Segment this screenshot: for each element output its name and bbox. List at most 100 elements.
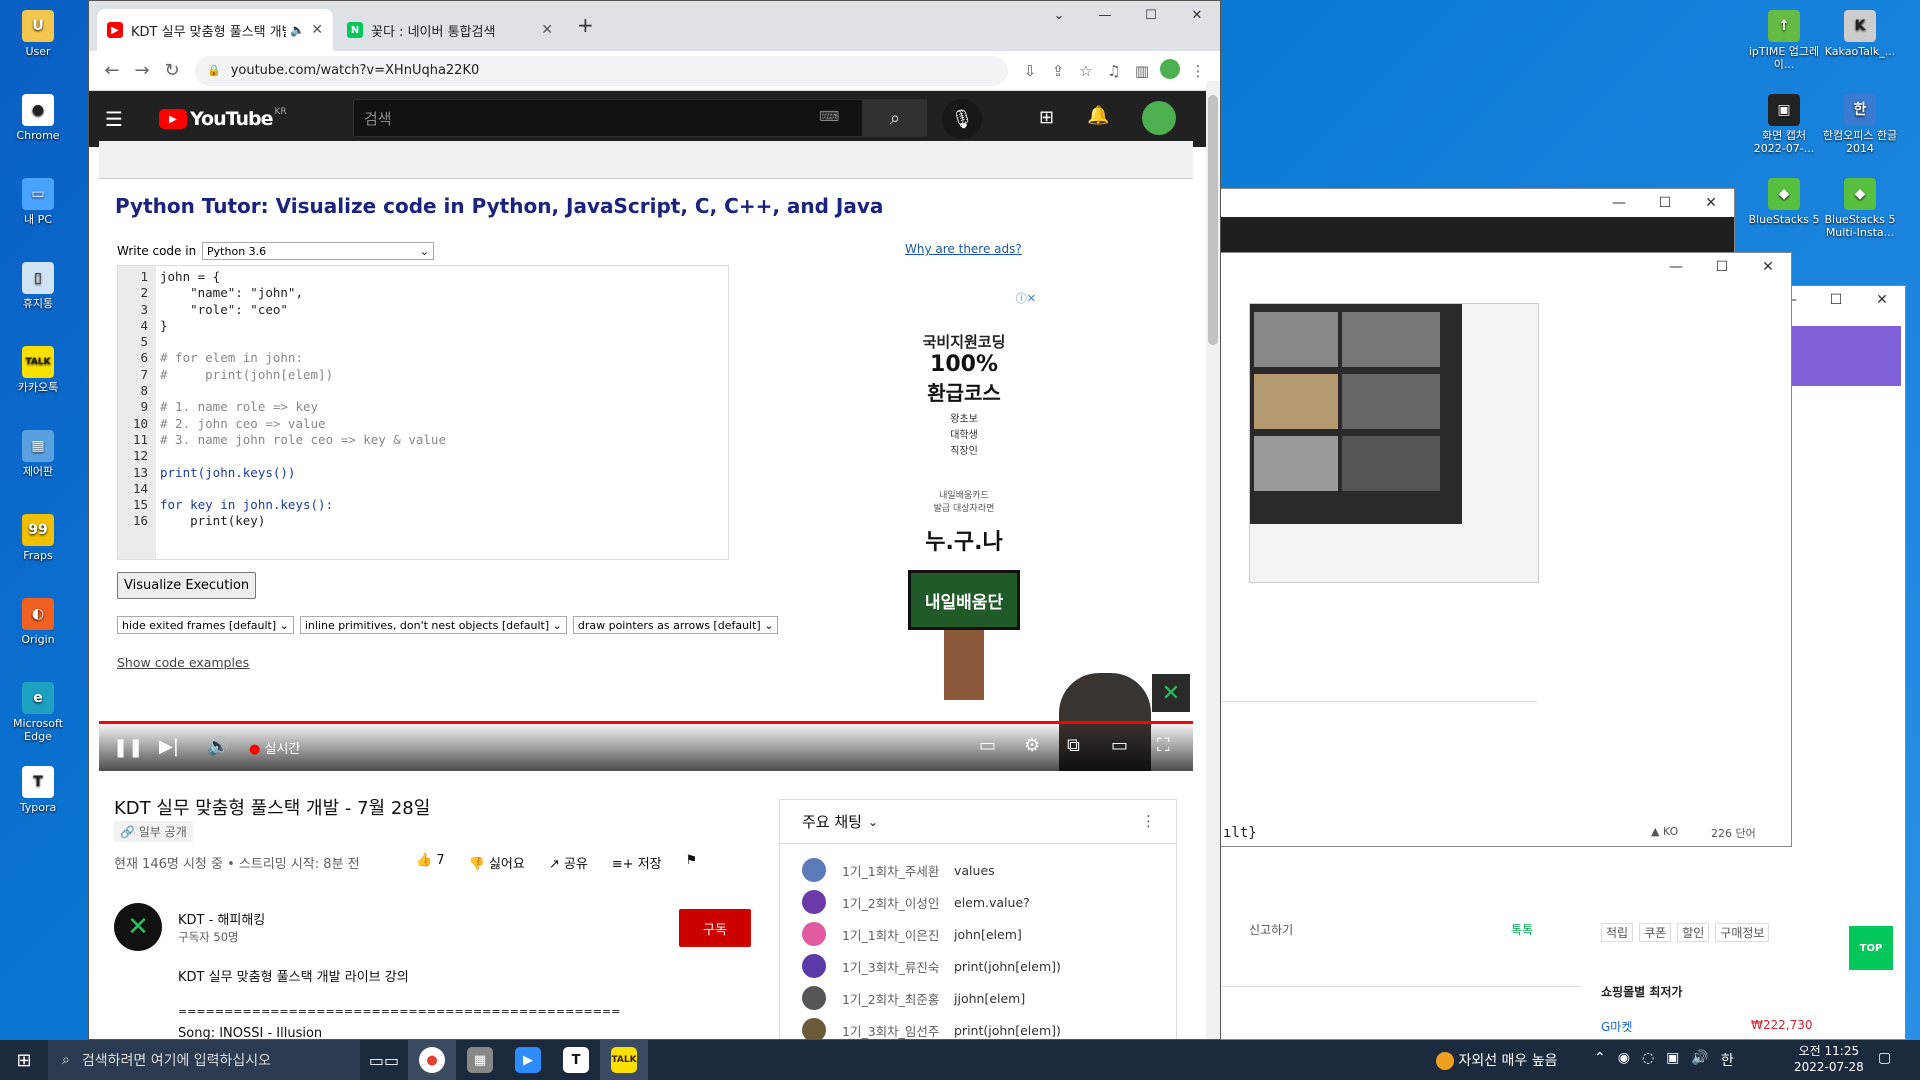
maximize-icon[interactable]: ☐	[1642, 189, 1688, 217]
close-tab-icon[interactable]: ✕	[541, 22, 553, 38]
chat-menu-icon[interactable]: ⋮	[1141, 812, 1156, 830]
subscribe-button[interactable]: 구독	[679, 909, 751, 947]
channel-avatar[interactable]: ✕	[114, 903, 162, 951]
close-tab-icon[interactable]: ✕	[311, 22, 323, 38]
hamburger-icon[interactable]: ☰	[105, 107, 145, 131]
avatar[interactable]	[802, 858, 826, 882]
avatar[interactable]	[1142, 101, 1176, 135]
minimize-icon[interactable]: —	[1082, 1, 1128, 31]
minimize-icon[interactable]: —	[1596, 189, 1642, 217]
subtitles-icon[interactable]: ▭	[979, 735, 996, 756]
youtube-search-input[interactable]: 검색	[353, 99, 863, 137]
ad-banner[interactable]: ⓘ✕ 국비지원코딩 100% 환급코스 왕초보 대학생 직장인 내일배움카드 발…	[884, 291, 1044, 751]
desktop-icon[interactable]: ▦ 제어판	[0, 430, 76, 478]
url-field[interactable]: 🔒 youtube.com/watch?v=XHnUqha22K0	[195, 55, 1008, 86]
taskbar-calculator[interactable]: ▦	[456, 1040, 504, 1080]
microphone-icon[interactable]: 🎙	[942, 99, 982, 139]
clock[interactable]: 오전 11:25 2022-07-28	[1794, 1043, 1864, 1075]
ad-close-icon[interactable]: ⓘ✕	[1016, 290, 1036, 306]
weather-widget[interactable]: 자외선 매우 높음	[1436, 1050, 1558, 1070]
share-button[interactable]: ↗ 공유	[549, 853, 588, 872]
settings-icon[interactable]: ⚙	[1024, 735, 1040, 756]
desktop-icon[interactable]: T Typora	[0, 766, 76, 814]
pause-icon[interactable]: ❚❚	[113, 737, 143, 758]
desktop-icon[interactable]: ▣ 화면 캡처 2022-07-...	[1746, 94, 1822, 155]
chat-message[interactable]: 1기_2회차_최준홍 jjohn[elem]	[780, 982, 1176, 1014]
naver-tab[interactable]: 쿠폰	[1639, 923, 1672, 942]
maximize-icon[interactable]: ☐	[1813, 286, 1859, 314]
new-tab-button[interactable]: +	[577, 13, 594, 37]
chat-message[interactable]: 1기_3회차_임선주 print(john[elem])	[780, 1014, 1176, 1039]
tab-youtube[interactable]: ▶ KDT 실무 맞춤형 풀스택 개발 🔈 ✕	[97, 9, 333, 51]
ads-link[interactable]: Why are there ads?	[905, 242, 1022, 256]
visualize-button[interactable]: Visualize Execution	[117, 572, 257, 599]
share-icon[interactable]: ⇪	[1044, 62, 1072, 80]
close-icon[interactable]: ✕	[1745, 253, 1791, 281]
naver-tab[interactable]: 할인	[1677, 923, 1710, 942]
page-scrollbar[interactable]	[1206, 81, 1220, 1039]
taskbar-zoom[interactable]: ▶	[504, 1040, 552, 1080]
close-icon[interactable]: ✕	[1859, 286, 1905, 314]
create-icon[interactable]: ⊞	[1039, 107, 1054, 128]
miniplayer-icon[interactable]: ⧉	[1067, 735, 1080, 756]
bluetooth-icon[interactable]: ◌	[1642, 1050, 1654, 1070]
record-icon[interactable]: ◉	[1618, 1050, 1630, 1070]
desktop-icon[interactable]: 99 Fraps	[0, 514, 76, 562]
background-window-editor[interactable]: — ☐ ✕ ılt} ▲ KO 226 단어	[1220, 252, 1792, 847]
live-badge[interactable]: ● 실시간	[249, 738, 300, 757]
option-frames-select[interactable]: hide exited frames [default] ⌄	[117, 616, 294, 634]
channel-name[interactable]: KDT - 해피해킹	[178, 909, 265, 928]
language-select[interactable]: Python 3.6 ⌄	[202, 242, 435, 260]
tab-naver[interactable]: N 꽃다 : 네이버 통합검색 ✕	[337, 9, 563, 51]
channel-watermark-icon[interactable]: ✕	[1152, 674, 1190, 712]
desktop-icon[interactable]: e Microsoft Edge	[0, 682, 76, 743]
volume-icon[interactable]: 🔊	[1691, 1050, 1708, 1070]
desktop-icon[interactable]: ↑ ipTIME 업그레이...	[1746, 10, 1822, 71]
desktop-icon[interactable]: ▭ 내 PC	[0, 178, 76, 226]
task-view-icon[interactable]: ▭▭	[360, 1040, 408, 1080]
profile-avatar[interactable]	[1156, 58, 1184, 83]
tab-search-icon[interactable]: ⌄	[1036, 1, 1082, 31]
avatar[interactable]	[802, 922, 826, 946]
desktop-icon[interactable]: U User	[0, 10, 76, 58]
search-icon[interactable]: ⌕	[863, 99, 927, 137]
taskbar-kakaotalk[interactable]: TALK	[600, 1040, 648, 1080]
fullscreen-icon[interactable]: ⛶	[1157, 735, 1170, 756]
option-primitives-select[interactable]: inline primitives, don't nest objects [d…	[299, 616, 567, 634]
taskbar-chrome[interactable]: ●	[408, 1040, 456, 1080]
media-icon[interactable]: ♫	[1100, 62, 1128, 80]
video-player[interactable]: Python Tutor: Visualize code in Python, …	[99, 141, 1193, 771]
progress-bar[interactable]	[99, 721, 1193, 724]
chevron-up-icon[interactable]: ⌃	[1594, 1050, 1606, 1070]
system-tray[interactable]: ⌃ ◉ ◌ ▣ 🔊 한	[1594, 1050, 1734, 1070]
taskbar-typora[interactable]: T	[552, 1040, 600, 1080]
avatar[interactable]	[802, 954, 826, 978]
chrome-window[interactable]: ▶ KDT 실무 맞춤형 풀스택 개발 🔈 ✕ N 꽃다 : 네이버 통합검색 …	[88, 0, 1221, 1040]
chat-header[interactable]: 주요 채팅 ⌄ ⋮	[780, 800, 1176, 844]
install-icon[interactable]: ⇩	[1016, 62, 1044, 80]
save-button[interactable]: ≡+ 저장	[612, 853, 662, 872]
naver-report[interactable]: 신고하기	[1249, 921, 1293, 938]
menu-icon[interactable]: ⋮	[1184, 62, 1212, 80]
ime-indicator[interactable]: 한	[1721, 1050, 1734, 1070]
desktop-icon[interactable]: ▯ 휴지통	[0, 262, 76, 310]
close-icon[interactable]: ✕	[1688, 189, 1734, 217]
youtube-logo[interactable]: ▶ YouTube KR	[159, 107, 287, 130]
desktop-icon[interactable]: 한 한컴오피스 한글 2014	[1822, 94, 1898, 155]
avatar[interactable]	[802, 1018, 826, 1039]
code-editor[interactable]: 1 2 3 4 5 6 7 8 9 10 11 12 13 14 15 16 j…	[117, 265, 729, 560]
forward-icon[interactable]: →	[127, 60, 157, 81]
keyboard-icon[interactable]: ⌨	[819, 109, 839, 125]
next-icon[interactable]: ▶|	[159, 736, 179, 757]
report-flag-icon[interactable]: ⚑	[686, 853, 698, 872]
chat-message[interactable]: 1기_3회차_류진숙 print(john[elem])	[780, 950, 1176, 982]
audio-icon[interactable]: 🔈	[290, 23, 305, 37]
network-icon[interactable]: ▣	[1666, 1050, 1679, 1070]
maximize-icon[interactable]: ☐	[1128, 1, 1174, 31]
top-button[interactable]: TOP	[1849, 926, 1893, 970]
star-icon[interactable]: ☆	[1072, 62, 1100, 80]
naver-shop[interactable]: G마켓	[1601, 1018, 1632, 1035]
code-text[interactable]: john = { "name": "john", "role": "ceo"} #…	[156, 266, 446, 559]
start-button[interactable]: ⊞	[0, 1040, 48, 1080]
option-pointers-select[interactable]: draw pointers as arrows [default] ⌄	[572, 616, 779, 634]
